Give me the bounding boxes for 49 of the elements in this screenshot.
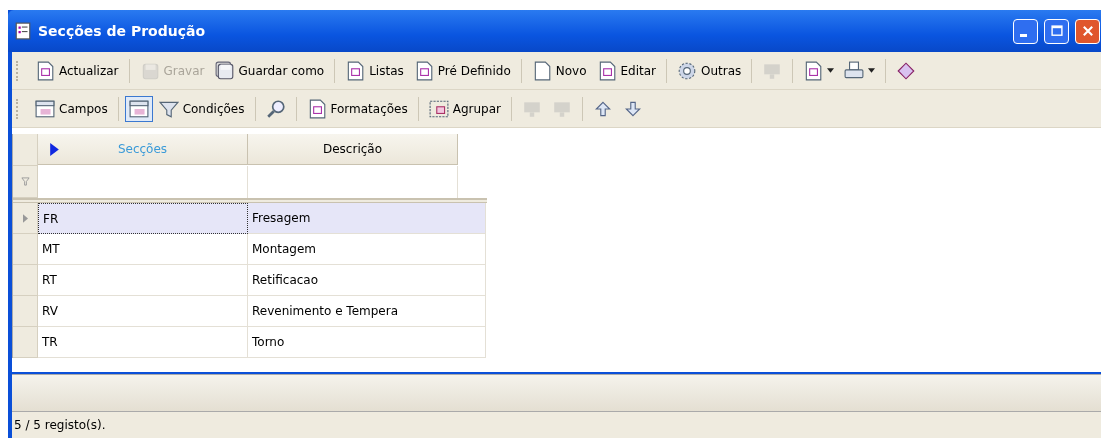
table-cell: TR <box>38 327 248 358</box>
document-icon <box>35 60 55 81</box>
row-header[interactable] <box>13 203 38 234</box>
table-row[interactable]: TR Torno <box>13 327 487 358</box>
window-title: Secções de Produção <box>38 23 206 39</box>
table-cell: Retificacao <box>248 265 486 296</box>
toolbar-button[interactable]: Condições <box>154 95 249 122</box>
table-cell: FR <box>38 203 248 234</box>
table-cell: RV <box>38 296 248 327</box>
maximize-button[interactable] <box>1044 18 1069 44</box>
funnel-icon <box>20 177 30 186</box>
caret-icon <box>868 68 876 73</box>
search-icon <box>265 98 286 119</box>
table-icon <box>35 98 55 119</box>
close-button[interactable] <box>1075 18 1100 44</box>
gear-icon <box>677 60 698 81</box>
toolbar-button[interactable]: Formatações <box>302 95 412 122</box>
close-icon <box>1080 24 1095 38</box>
toolbar-button[interactable]: Editar <box>592 57 661 84</box>
minimize-icon <box>1019 33 1027 37</box>
table-cell: Fresagem <box>248 203 486 234</box>
toolbar-button[interactable]: Actualizar <box>31 57 123 84</box>
toolbar-button[interactable]: Agrupar <box>424 95 505 122</box>
table-cell: MT <box>38 234 248 265</box>
table-row[interactable]: FR Fresagem <box>13 203 487 234</box>
status-text: 5 / 5 registo(s). <box>14 418 106 432</box>
table-cell: Torno <box>248 327 486 358</box>
table-row[interactable]: MT Montagem <box>13 234 487 265</box>
save-as-icon <box>214 60 235 81</box>
toolbar-button[interactable]: Campos <box>31 95 112 122</box>
document-icon <box>14 22 32 40</box>
sort-icon <box>50 142 59 156</box>
toolbar-button[interactable]: Outras <box>673 57 746 84</box>
table-row[interactable]: RT Retificacao <box>13 265 487 296</box>
table-cell: Montagem <box>248 234 486 265</box>
toolbar-button[interactable]: Listas <box>341 57 408 84</box>
toolbar-button[interactable]: Novo <box>527 57 591 84</box>
row-pointer-icon <box>22 213 28 223</box>
caret-icon <box>827 68 835 73</box>
toolbar-button[interactable]: Pré Definido <box>409 57 515 84</box>
table-cell: RT <box>38 265 248 296</box>
table-row[interactable]: RV Revenimento e Tempera <box>13 296 487 327</box>
printer-icon <box>844 60 865 81</box>
table-cell: Revenimento e Tempera <box>248 296 486 327</box>
maximize-icon <box>1049 24 1064 38</box>
toolbar-button[interactable]: Guardar como <box>210 57 329 84</box>
minimize-button[interactable] <box>1013 18 1038 44</box>
column-header[interactable]: Descrição <box>248 134 458 165</box>
group-icon <box>428 98 449 119</box>
